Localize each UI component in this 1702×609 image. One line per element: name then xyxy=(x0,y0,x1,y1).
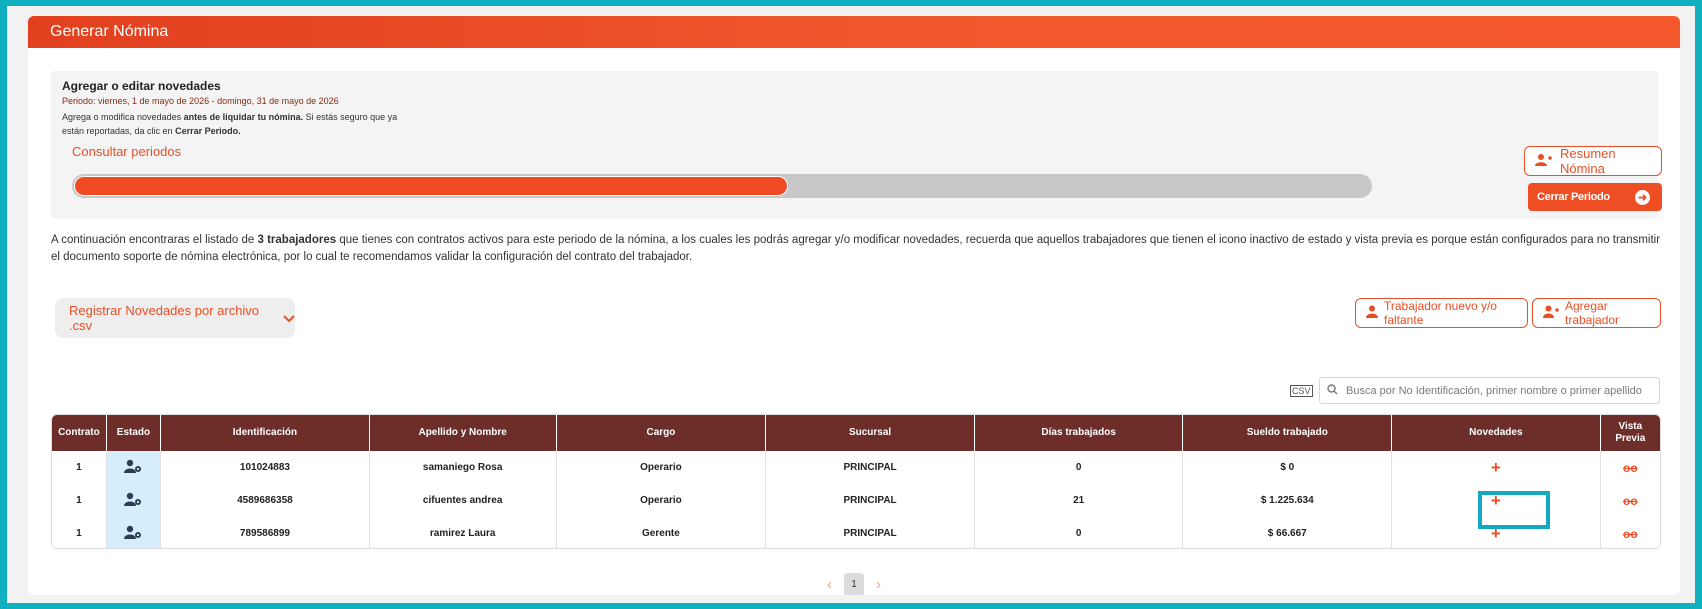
cell-contrato: 1 xyxy=(52,484,107,517)
novedades-panel: Agregar o editar novedades Periodo: vier… xyxy=(51,71,1662,219)
table-header-row: Contrato Estado Identificación Apellido … xyxy=(52,415,1660,451)
cell-sucursal: PRINCIPAL xyxy=(765,517,975,548)
col-contrato: Contrato xyxy=(52,415,107,451)
col-novedades: Novedades xyxy=(1391,415,1601,451)
cell-sueldo: $ 1.225.634 xyxy=(1182,484,1393,517)
estado-cell[interactable] xyxy=(106,451,162,484)
csv-button-label: Registrar Novedades por archivo .csv xyxy=(69,303,260,333)
trabajador-nuevo-label: Trabajador nuevo y/o faltante xyxy=(1384,299,1497,327)
app-frame: Generar Nómina Agregar o editar novedade… xyxy=(7,6,1695,603)
table-row: 1 101024883 samaniego Rosa Operario PRIN… xyxy=(52,451,1660,484)
page-title: Generar Nómina xyxy=(28,16,1680,48)
col-sucursal: Sucursal xyxy=(765,415,975,451)
novedades-title: Agregar o editar novedades xyxy=(62,79,221,93)
highlight-box xyxy=(1478,491,1550,529)
agregar-trabajador-label: Agregar trabajador xyxy=(1565,299,1620,327)
vista-previa-cell: oo xyxy=(1600,451,1660,484)
col-cargo: Cargo xyxy=(556,415,767,451)
estado-cell[interactable] xyxy=(106,484,162,517)
cell-identificacion: 101024883 xyxy=(160,451,370,484)
estado-cell[interactable] xyxy=(106,517,162,548)
vista-previa-cell: oo xyxy=(1600,484,1660,517)
col-nombre: Apellido y Nombre xyxy=(369,415,557,451)
user-plus-icon xyxy=(1543,305,1559,321)
col-sueldo: Sueldo trabajado xyxy=(1182,415,1393,451)
cell-dias: 21 xyxy=(974,484,1184,517)
workers-info-text: A continuación encontraras el listado de… xyxy=(51,234,1661,263)
table-row: 1 4589686358 cifuentes andrea Operario P… xyxy=(52,484,1660,517)
period-progress-fill xyxy=(75,177,787,195)
user-icon xyxy=(1366,305,1378,321)
cell-contrato: 1 xyxy=(52,451,107,484)
search-icon xyxy=(1327,382,1338,400)
period-text: Periodo: viernes, 1 de mayo de 2026 - do… xyxy=(62,96,339,106)
resumen-nomina-button[interactable]: Resumen Nómina xyxy=(1524,146,1662,176)
user-gear-icon xyxy=(124,459,142,477)
arrow-right-icon: ➜ xyxy=(1635,189,1650,205)
col-dias: Días trabajados xyxy=(974,415,1184,451)
cell-sucursal: PRINCIPAL xyxy=(765,451,975,484)
glasses-icon[interactable]: oo xyxy=(1623,527,1638,541)
registrar-novedades-csv-button[interactable]: Registrar Novedades por archivo .csv xyxy=(55,298,295,338)
cerrar-periodo-button[interactable]: Cerrar Periodo ➜ xyxy=(1528,183,1662,211)
vista-previa-cell: oo xyxy=(1600,517,1660,548)
cerrar-periodo-label: Cerrar Periodo xyxy=(1537,191,1610,203)
cell-sueldo: $ 0 xyxy=(1182,451,1393,484)
user-gear-icon xyxy=(124,492,142,510)
novedades-cell: + xyxy=(1391,451,1601,484)
cell-cargo: Operario xyxy=(556,451,767,484)
resumen-nomina-label: Resumen Nómina xyxy=(1560,146,1616,176)
col-estado: Estado xyxy=(106,415,162,451)
cell-identificacion: 789586899 xyxy=(160,517,370,548)
cell-cargo: Gerente xyxy=(556,517,767,548)
add-novedad-icon[interactable]: + xyxy=(1491,458,1501,477)
cell-dias: 0 xyxy=(974,451,1184,484)
cell-identificacion: 4589686358 xyxy=(160,484,370,517)
cell-cargo: Operario xyxy=(556,484,767,517)
glasses-icon[interactable]: oo xyxy=(1623,461,1638,475)
next-page-icon[interactable]: › xyxy=(876,576,881,593)
pagination: ‹ 1 › xyxy=(28,573,1680,595)
consultar-periodos-link[interactable]: Consultar periodos xyxy=(72,144,181,159)
cell-contrato: 1 xyxy=(52,517,107,548)
cell-sucursal: PRINCIPAL xyxy=(765,484,975,517)
cell-sueldo: $ 66.667 xyxy=(1182,517,1393,548)
search-box xyxy=(1319,377,1660,404)
agregar-trabajador-button[interactable]: Agregar trabajador xyxy=(1532,298,1661,328)
period-progress-bar xyxy=(72,174,1372,198)
cell-dias: 0 xyxy=(974,517,1184,548)
workers-table: Contrato Estado Identificación Apellido … xyxy=(51,414,1661,549)
table-row: 1 789586899 ramirez Laura Gerente PRINCI… xyxy=(52,517,1660,548)
glasses-icon[interactable]: oo xyxy=(1623,494,1638,508)
cell-nombre: cifuentes andrea xyxy=(369,484,557,517)
user-gear-icon xyxy=(124,525,142,543)
cell-nombre: samaniego Rosa xyxy=(369,451,557,484)
csv-export-icon[interactable]: CSV xyxy=(1290,385,1313,397)
trabajador-nuevo-button[interactable]: Trabajador nuevo y/o faltante xyxy=(1355,298,1528,328)
chevron-down-icon xyxy=(283,311,295,326)
novedades-description: Agrega o modifica novedades antes de liq… xyxy=(62,112,398,136)
cell-nombre: ramirez Laura xyxy=(369,517,557,548)
page-number[interactable]: 1 xyxy=(844,573,864,595)
col-vista-previa: Vista Previa xyxy=(1600,415,1660,451)
search-input[interactable] xyxy=(1344,383,1648,398)
col-identificacion: Identificación xyxy=(160,415,370,451)
user-plus-icon xyxy=(1535,153,1552,170)
prev-page-icon[interactable]: ‹ xyxy=(827,576,832,593)
payroll-card: Generar Nómina Agregar o editar novedade… xyxy=(28,16,1680,595)
